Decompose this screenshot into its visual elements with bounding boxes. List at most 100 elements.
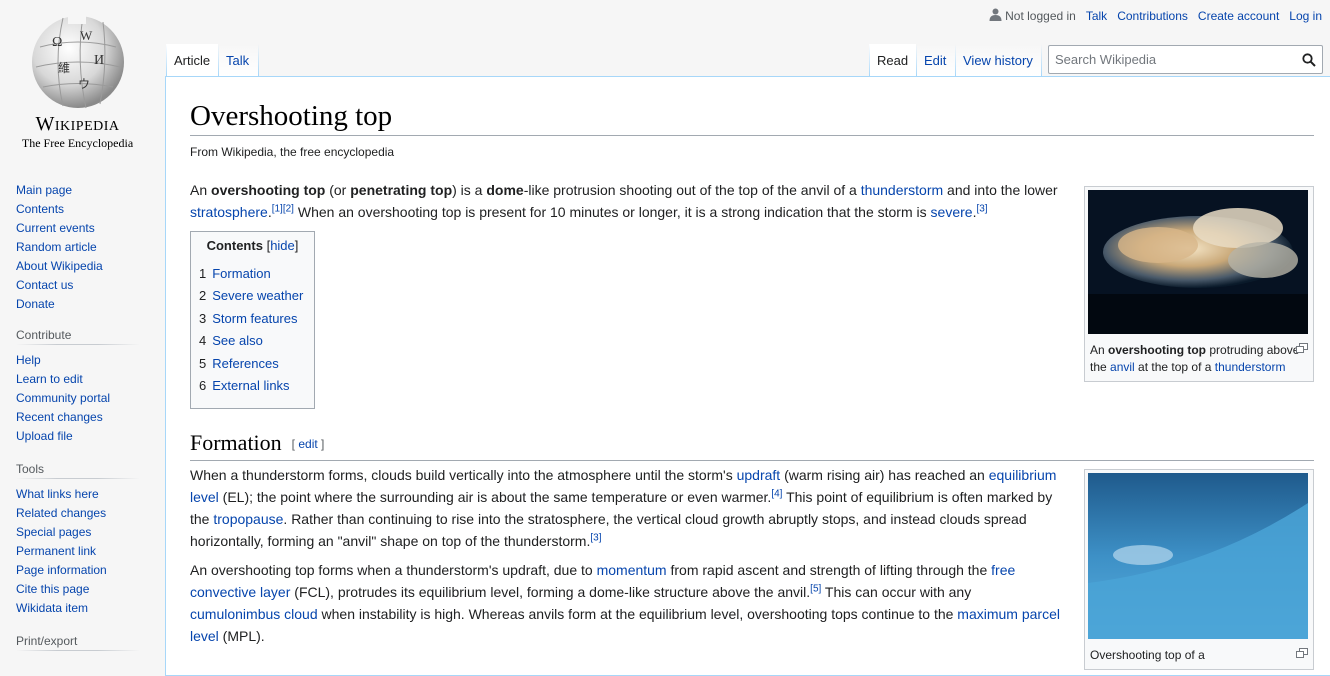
svg-text:Ω: Ω	[52, 35, 62, 50]
wikipedia-logo[interactable]: Ω W И 維 ウ Wikipedia The Free Encyclopedi…	[0, 0, 160, 160]
talk-link[interactable]: Talk	[1086, 9, 1107, 23]
sidebar-item-current-events[interactable]: Current events	[16, 221, 95, 235]
toc-hide-toggle[interactable]: hide	[270, 238, 295, 253]
tab-talk[interactable]: Talk	[218, 44, 258, 76]
link-tropopause[interactable]: tropopause	[213, 511, 283, 527]
text: at the top of a	[1134, 360, 1215, 374]
toc-heading: Contents	[206, 238, 263, 253]
toc-item[interactable]: 4 See also	[199, 330, 306, 352]
link-thunderstorm[interactable]: thunderstorm	[861, 182, 943, 198]
toc-number: 1	[199, 266, 207, 281]
sidebar-item-about-wikipedia[interactable]: About Wikipedia	[16, 259, 103, 273]
sidebar-item-donate[interactable]: Donate	[16, 297, 55, 311]
toc-item[interactable]: 2 Severe weather	[199, 285, 306, 307]
not-logged-in-label: Not logged in	[1005, 9, 1076, 23]
enlarge-icon[interactable]	[1296, 648, 1308, 658]
text: An	[1090, 343, 1109, 357]
thumbnail-2: Overshooting top of a	[1084, 469, 1314, 670]
overshooting-top-aerial-image[interactable]	[1088, 473, 1308, 639]
sidebar-item-page-information[interactable]: Page information	[16, 563, 107, 577]
wikipedia-globe-icon: Ω W И 維 ウ	[32, 12, 124, 109]
sidebar-item-community-portal[interactable]: Community portal	[16, 391, 110, 405]
create-account-link[interactable]: Create account	[1198, 9, 1279, 23]
intro-paragraph: An overshooting top (or penetrating top)…	[190, 179, 1060, 223]
text: from rapid ascent and strength of liftin…	[666, 562, 992, 578]
sidebar-item-special-pages[interactable]: Special pages	[16, 525, 91, 539]
link-anvil[interactable]: anvil	[1110, 360, 1135, 374]
reference-3[interactable]: [3]	[976, 203, 987, 214]
sidebar-item-help[interactable]: Help	[16, 353, 41, 367]
sidebar-item-related-changes[interactable]: Related changes	[16, 506, 106, 520]
toc-item[interactable]: 6 External links	[199, 375, 306, 397]
sidebar-item-what-links-here[interactable]: What links here	[16, 487, 99, 501]
toc-link[interactable]: Severe weather	[212, 288, 303, 303]
sidebar-item-recent-changes[interactable]: Recent changes	[16, 410, 103, 424]
sidebar-heading-tools: Tools	[16, 462, 140, 479]
toc-link[interactable]: Storm features	[212, 311, 297, 326]
sidebar-item-wikidata-item[interactable]: Wikidata item	[16, 601, 88, 615]
text: Overshooting top of a	[1090, 648, 1205, 662]
site-subtitle: From Wikipedia, the free encyclopedia	[190, 145, 395, 159]
search-icon[interactable]	[1302, 53, 1316, 67]
section-heading-formation: Formation [ edit ]	[190, 429, 1314, 461]
toc-item[interactable]: 5 References	[199, 353, 306, 375]
link-momentum[interactable]: momentum	[597, 562, 667, 578]
link-stratosphere[interactable]: stratosphere	[190, 204, 268, 220]
log-in-link[interactable]: Log in	[1289, 9, 1322, 23]
bold-term: penetrating top	[350, 182, 453, 198]
section-title: Formation	[190, 430, 282, 455]
sidebar-item-permanent-link[interactable]: Permanent link	[16, 544, 96, 558]
thumbnail-1: An overshooting top protruding above the…	[1084, 186, 1314, 382]
toc-link[interactable]: External links	[212, 378, 289, 393]
text: -like protrusion shooting out of the top…	[523, 182, 861, 198]
link-cumulonimbus-cloud[interactable]: cumulonimbus cloud	[190, 606, 318, 622]
sidebar-item-main-page[interactable]: Main page	[16, 183, 72, 197]
enlarge-icon[interactable]	[1296, 343, 1308, 353]
link-severe[interactable]: severe	[931, 204, 973, 220]
sidebar-item-random-article[interactable]: Random article	[16, 240, 97, 254]
link-updraft[interactable]: updraft	[737, 467, 781, 483]
edit-section: [ edit ]	[291, 437, 325, 451]
logo-tagline: The Free Encyclopedia	[21, 136, 134, 150]
sidebar-item-contents[interactable]: Contents	[16, 202, 64, 216]
table-of-contents: Contents [hide] 1 Formation 2 Severe weath…	[190, 231, 315, 409]
tab-read[interactable]: Read	[869, 44, 916, 76]
tab-article[interactable]: Article	[166, 44, 218, 76]
edit-section-link[interactable]: edit	[298, 437, 317, 451]
svg-text:И: И	[94, 53, 104, 68]
reference-5[interactable]: [5]	[810, 583, 821, 594]
sidebar-item-learn-to-edit[interactable]: Learn to edit	[16, 372, 83, 386]
tab-view-history[interactable]: View history	[955, 44, 1041, 76]
search-input[interactable]	[1049, 46, 1306, 73]
sidebar-print-export: Print/export	[16, 634, 150, 651]
toc-link[interactable]: References	[212, 356, 278, 371]
contributions-link[interactable]: Contributions	[1117, 9, 1188, 23]
bold-term: dome	[486, 182, 524, 198]
overshooting-top-image[interactable]	[1088, 190, 1308, 334]
reference-2[interactable]: [2]	[283, 203, 294, 214]
thumbnail-2-caption: Overshooting top of a	[1088, 644, 1310, 666]
toc-link[interactable]: Formation	[212, 266, 271, 281]
sidebar-item-contact-us[interactable]: Contact us	[16, 278, 73, 292]
bold-term: overshooting top	[1108, 343, 1207, 357]
sidebar-tools: Tools What links here Related changes Sp…	[16, 462, 150, 618]
bold-term: overshooting top	[211, 182, 326, 198]
content-area: Overshooting top From Wikipedia, the fre…	[165, 76, 1330, 676]
reference-1[interactable]: [1]	[272, 203, 283, 214]
svg-text:W: W	[80, 28, 93, 43]
tab-edit[interactable]: Edit	[916, 44, 955, 76]
link-thunderstorm-caption[interactable]: thunderstorm	[1215, 360, 1286, 374]
sidebar-item-upload-file[interactable]: Upload file	[16, 429, 73, 443]
toc-item[interactable]: 1 Formation	[199, 263, 306, 285]
toc-number: 6	[199, 378, 207, 394]
tab-separator	[258, 44, 259, 76]
svg-text:ウ: ウ	[78, 77, 90, 91]
toc-link[interactable]: See also	[212, 333, 263, 348]
toc-item[interactable]: 3 Storm features	[199, 308, 306, 330]
reference-4[interactable]: [4]	[771, 488, 782, 499]
formation-paragraph-1: When a thunderstorm forms, clouds build …	[190, 464, 1060, 552]
sidebar-heading-print-export[interactable]: Print/export	[16, 634, 140, 651]
thumbnail-1-caption: An overshooting top protruding above the…	[1088, 339, 1310, 378]
reference-3b[interactable]: [3]	[590, 532, 601, 543]
sidebar-item-cite-this-page[interactable]: Cite this page	[16, 582, 89, 596]
